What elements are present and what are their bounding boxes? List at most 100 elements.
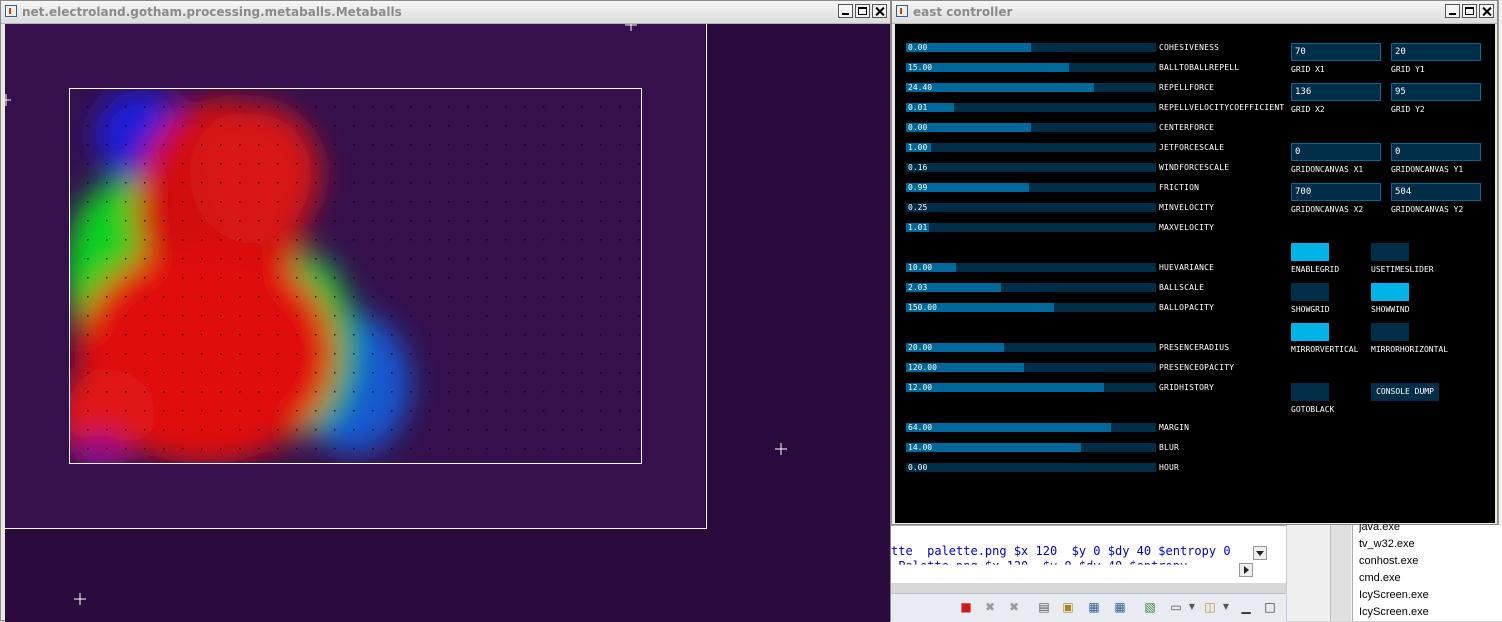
grid-dot <box>334 296 336 298</box>
slider-presenceradius[interactable]: 20.00 <box>906 343 1156 352</box>
grid-dot <box>486 353 488 355</box>
grid-dot <box>581 258 583 260</box>
remove-launch-icon[interactable]: ✖ <box>983 600 997 614</box>
grid-dot <box>581 182 583 184</box>
metaballs-canvas[interactable] <box>5 24 890 622</box>
grid-dot <box>220 125 222 127</box>
slider-ballopacity[interactable]: 150.00 <box>906 303 1156 312</box>
vertical-scrollbar[interactable] <box>1330 525 1351 621</box>
pin-console-icon[interactable]: ▧ <box>1143 600 1157 614</box>
slider-windforcescale[interactable]: 0.16 <box>906 163 1156 172</box>
remove-all-icon[interactable]: ✖ <box>1007 600 1021 614</box>
mirrorhorizontal-toggle[interactable] <box>1371 323 1409 341</box>
showwind-toggle[interactable] <box>1371 283 1409 301</box>
slider-repellforce[interactable]: 24.40 <box>906 83 1156 92</box>
gridoncanvas-y1-field[interactable]: 0 <box>1391 143 1481 161</box>
grid-dot <box>87 429 89 431</box>
grid-dot <box>372 144 374 146</box>
slider-cohesiveness[interactable]: 0.00 <box>906 43 1156 52</box>
process-item[interactable]: tv_w32.exe <box>1359 538 1415 550</box>
grid-dot <box>353 163 355 165</box>
metaballs-titlebar[interactable]: net.electroland.gotham.processing.metaba… <box>1 1 890 24</box>
slider-balltoballrepell[interactable]: 15.00 <box>906 63 1156 72</box>
slider-hour[interactable]: 0.00 <box>906 463 1156 472</box>
show-on-output-icon[interactable]: ▦ <box>1087 600 1101 614</box>
minimize-view-icon[interactable]: ▁ <box>1239 600 1253 614</box>
grid-dot <box>467 182 469 184</box>
grid-dot <box>619 125 621 127</box>
grid-dot <box>296 334 298 336</box>
grid-x2-field[interactable]: 136 <box>1291 83 1381 101</box>
showgrid-toggle[interactable] <box>1291 283 1329 301</box>
close-button[interactable] <box>872 4 887 18</box>
slider-jetforcescale[interactable]: 1.00 <box>906 143 1156 152</box>
usetimeslider-toggle[interactable] <box>1371 243 1409 261</box>
grid-y2-field[interactable]: 95 <box>1391 83 1481 101</box>
slider-centerforce[interactable]: 0.00 <box>906 123 1156 132</box>
process-item[interactable]: cmd.exe <box>1359 572 1401 584</box>
slider-presenceopacity[interactable]: 120.00 <box>906 363 1156 372</box>
enablegrid-toggle[interactable] <box>1291 243 1329 261</box>
console-dump-button[interactable]: CONSOLE DUMP <box>1371 383 1439 401</box>
close-button[interactable] <box>1479 4 1494 18</box>
grid-y1-field[interactable]: 20 <box>1391 43 1481 61</box>
open-console-icon[interactable]: ◫ <box>1203 600 1217 614</box>
minimize-button[interactable] <box>1445 4 1460 18</box>
slider-friction[interactable]: 0.99 <box>906 183 1156 192</box>
scroll-down-button[interactable] <box>1253 546 1267 560</box>
grid-dot <box>125 372 127 374</box>
gridoncanvas-x2-field[interactable]: 700 <box>1291 183 1381 201</box>
grid-dot <box>220 106 222 108</box>
scroll-lock-icon[interactable]: ▣ <box>1061 600 1075 614</box>
slider-margin[interactable]: 64.00 <box>906 423 1156 432</box>
grid-dot <box>258 182 260 184</box>
chevron-down-icon[interactable]: ▼ <box>1219 600 1233 614</box>
grid-dot <box>144 277 146 279</box>
grid-dot <box>562 220 564 222</box>
grid-dot <box>429 448 431 450</box>
process-item[interactable]: IcyScreen.exe <box>1359 606 1429 618</box>
grid-dot <box>486 429 488 431</box>
metaballs-window-title: net.electroland.gotham.processing.metaba… <box>22 5 402 19</box>
display-console-icon[interactable]: ▭ <box>1169 600 1183 614</box>
slider-ballscale[interactable]: 2.03 <box>906 283 1156 292</box>
slider-minvelocity[interactable]: 0.25 <box>906 203 1156 212</box>
slider-huevariance[interactable]: 10.00 <box>906 263 1156 272</box>
grid-x1-field[interactable]: 70 <box>1291 43 1381 61</box>
mirrorvertical-toggle[interactable] <box>1291 323 1329 341</box>
show-on-error-icon[interactable]: ▦ <box>1113 600 1127 614</box>
slider-repellvelocitycoefficient[interactable]: 0.01 <box>906 103 1156 112</box>
gridoncanvas-x1-field[interactable]: 0 <box>1291 143 1381 161</box>
minimize-button[interactable] <box>838 4 853 18</box>
grid-dot <box>87 277 89 279</box>
slider-maxvelocity[interactable]: 1.01 <box>906 223 1156 232</box>
grid-dot <box>543 372 545 374</box>
clear-console-icon[interactable]: ▤ <box>1037 600 1051 614</box>
grid-dot <box>524 125 526 127</box>
maximize-button[interactable] <box>855 4 870 18</box>
gridoncanvas-y2-field[interactable]: 504 <box>1391 183 1481 201</box>
terminate-icon[interactable]: ■ <box>959 600 973 614</box>
grid-dot <box>315 125 317 127</box>
grid-dot <box>372 182 374 184</box>
process-item[interactable]: IcyScreen.exe <box>1359 589 1429 601</box>
process-item[interactable]: conhost.exe <box>1359 555 1418 567</box>
grid-dot <box>163 448 165 450</box>
gotoblack-toggle[interactable] <box>1291 383 1329 401</box>
console-output[interactable]: tte palette.png $x 120 $y 0 $dy 40 $entr… <box>891 525 1286 583</box>
slider-blur[interactable]: 14.00 <box>906 443 1156 452</box>
background-window-edge <box>1498 0 1502 525</box>
chevron-down-icon[interactable]: ▼ <box>1185 600 1199 614</box>
process-item[interactable]: java.exe <box>1359 521 1400 533</box>
grid-dot <box>562 315 564 317</box>
console-toolbar: ■ ✖ ✖ ▤ ▣ ▦ ▦ ▧ ▭ ▼ ◫ ▼ ▁ □ <box>891 593 1286 622</box>
controller-titlebar[interactable]: east controller <box>892 1 1497 24</box>
maximize-button[interactable] <box>1462 4 1477 18</box>
scroll-right-button[interactable] <box>1239 563 1253 577</box>
maximize-view-icon[interactable]: □ <box>1263 600 1277 614</box>
slider-gridhistory[interactable]: 12.00 <box>906 383 1156 392</box>
grid-dot <box>315 429 317 431</box>
grid-dot <box>201 296 203 298</box>
grid-dot <box>372 239 374 241</box>
grid-dot <box>277 144 279 146</box>
